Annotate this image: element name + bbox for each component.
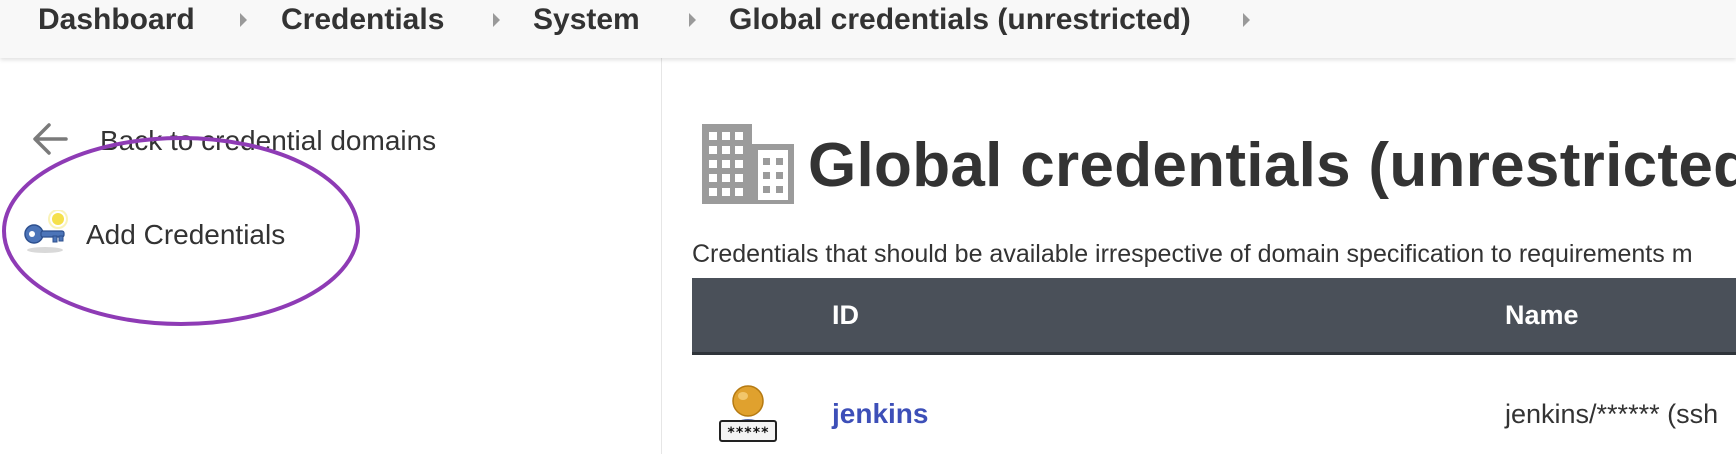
breadcrumb: Dashboard Credentials System Global cred…: [0, 0, 1736, 58]
building-icon: [700, 120, 796, 211]
breadcrumb-separator-icon: [240, 13, 247, 27]
breadcrumb-separator-icon: [689, 13, 696, 27]
breadcrumb-dropdown-icon[interactable]: [1243, 13, 1250, 27]
page-title: Global credentials (unrestricted): [808, 130, 1736, 200]
sidebar-divider: [661, 58, 662, 454]
page-heading: Global credentials (unrestricted): [700, 120, 1736, 210]
table-row: ***** jenkins jenkins/****** (ssh: [692, 355, 1736, 454]
credential-id-link[interactable]: jenkins: [832, 398, 928, 430]
breadcrumb-item-dashboard[interactable]: Dashboard: [38, 0, 195, 40]
breadcrumb-item-global-credentials[interactable]: Global credentials (unrestricted): [729, 0, 1191, 40]
add-credentials-link[interactable]: Add Credentials: [22, 208, 286, 261]
breadcrumb-item-credentials[interactable]: Credentials: [281, 0, 444, 40]
credential-name: jenkins/****** (ssh: [1505, 399, 1719, 429]
key-icon: [22, 208, 68, 261]
breadcrumb-item-system[interactable]: System: [533, 0, 640, 40]
user-password-icon: *****: [716, 383, 780, 452]
svg-text:*****: *****: [727, 425, 769, 441]
page-description: Credentials that should be available irr…: [692, 240, 1693, 268]
breadcrumb-separator-icon: [493, 13, 500, 27]
credentials-table-header: ID Name: [692, 278, 1736, 355]
arrow-left-icon: [30, 118, 72, 165]
column-header-name[interactable]: Name: [1505, 300, 1579, 331]
column-header-id[interactable]: ID: [832, 300, 859, 331]
back-to-credential-domains-link[interactable]: Back to credential domains: [30, 120, 436, 162]
back-link-label: Back to credential domains: [100, 125, 437, 156]
add-credentials-label: Add Credentials: [86, 219, 286, 250]
